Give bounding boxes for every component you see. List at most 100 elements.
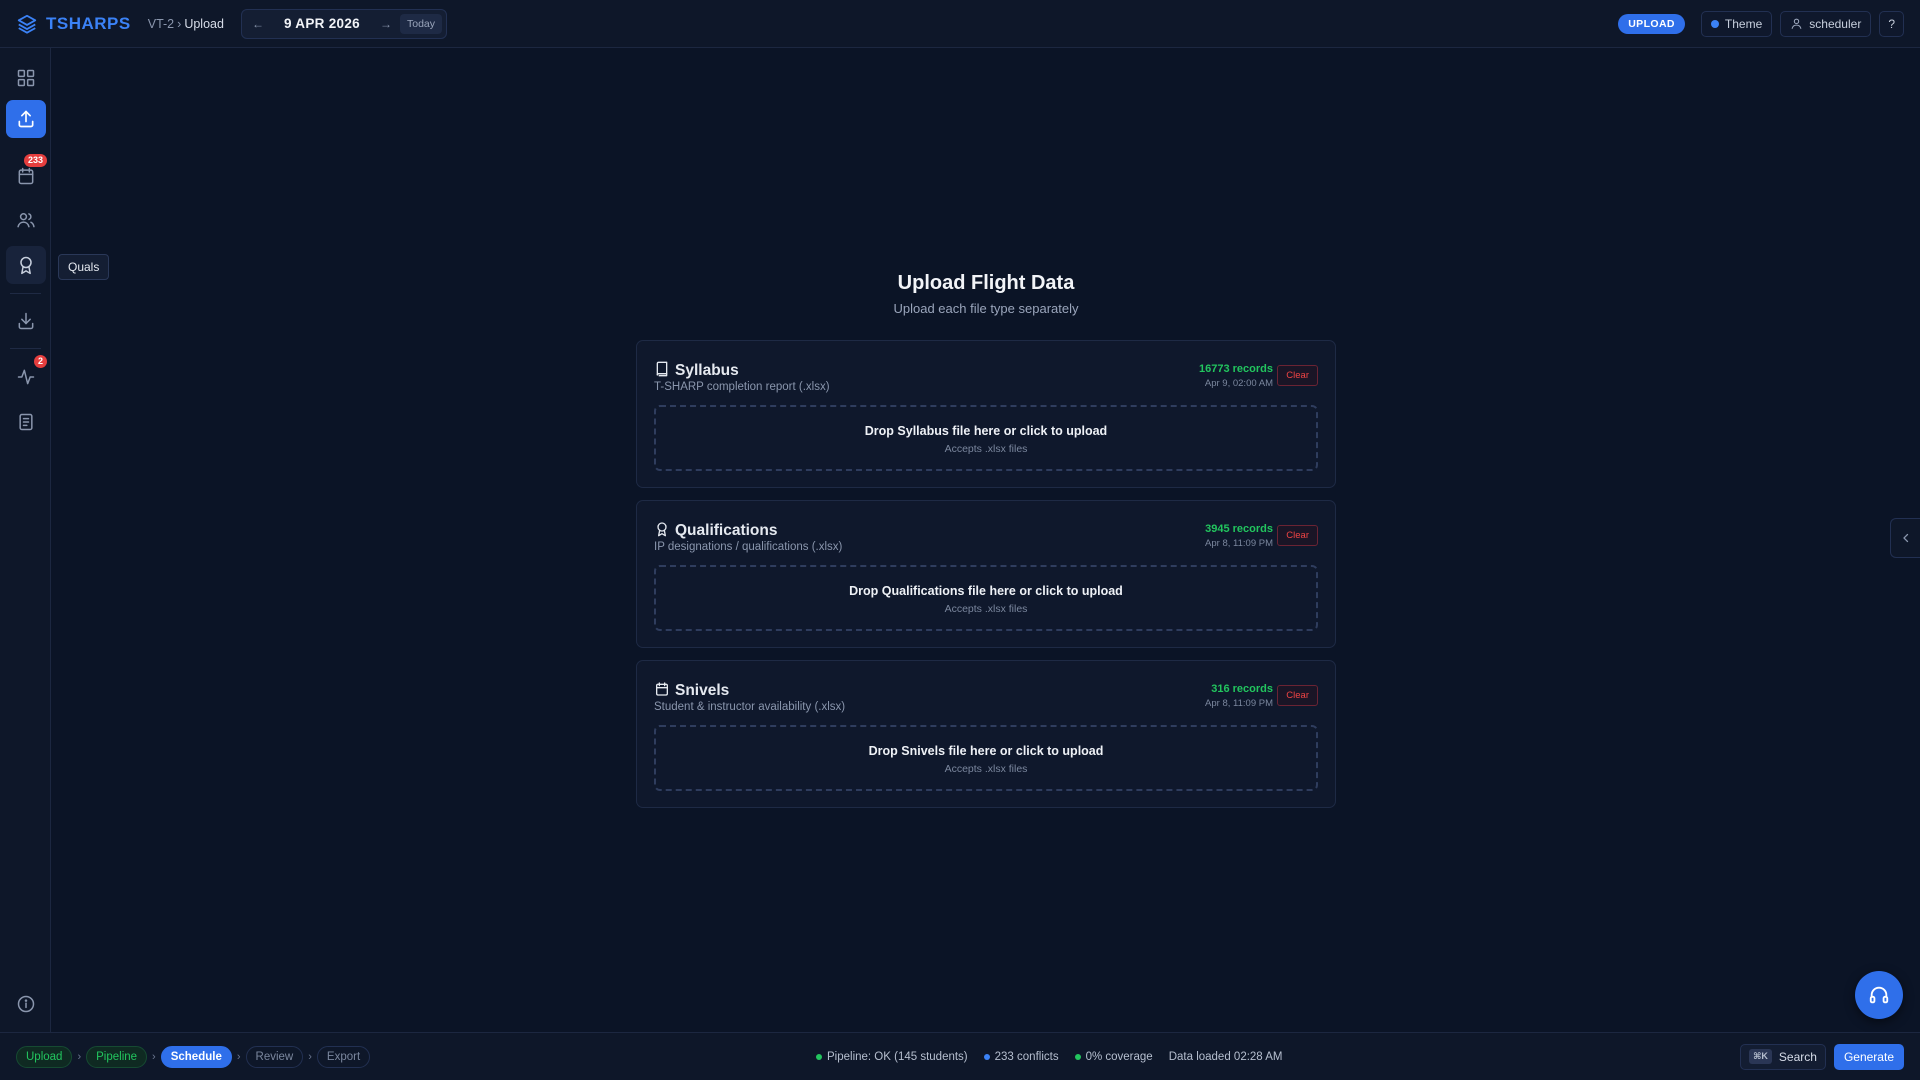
- grid-icon: [16, 68, 36, 88]
- upload-timestamp: Apr 8, 11:09 PM: [1205, 538, 1273, 549]
- card-title: Syllabus: [675, 362, 739, 379]
- step-export[interactable]: Export: [316, 1045, 371, 1068]
- breadcrumb-current: Upload: [184, 16, 224, 31]
- card-header: Qualifications: [654, 518, 778, 540]
- card-description: Student & instructor availability (.xlsx…: [654, 701, 846, 713]
- dropzone-label: Drop Syllabus file here or click to uplo…: [864, 424, 1108, 438]
- shortcut-hint: ⌘K: [1749, 1049, 1772, 1064]
- chevron-left-icon: [1900, 532, 1912, 544]
- user-icon: [1790, 17, 1803, 30]
- book-icon: [654, 360, 670, 378]
- theme-dot-icon: [1710, 19, 1719, 28]
- record-count: 3945 records: [1205, 523, 1273, 535]
- next-day-button[interactable]: →: [374, 17, 398, 31]
- user-button[interactable]: scheduler: [1780, 10, 1872, 37]
- current-date[interactable]: 9 APR 2026: [270, 16, 374, 31]
- step-schedule[interactable]: Schedule: [160, 1045, 232, 1068]
- activity-icon: [16, 367, 36, 387]
- card-description: T-SHARP completion report (.xlsx): [654, 381, 830, 393]
- data-loaded-text: Data loaded 02:28 AM: [1168, 1051, 1283, 1063]
- dropzone-syllabus[interactable]: Drop Syllabus file here or click to uplo…: [654, 405, 1318, 471]
- ok-dot-icon: [816, 1054, 822, 1060]
- sidebar-item-log[interactable]: [6, 403, 46, 441]
- upload-card-snivels: Snivels Student & instructor availabilit…: [636, 660, 1336, 808]
- support-button[interactable]: [1855, 971, 1903, 1019]
- user-label: scheduler: [1809, 16, 1862, 31]
- upload-timestamp: Apr 9, 02:00 AM: [1204, 378, 1273, 389]
- sidebar: 233 2: [0, 48, 51, 1032]
- card-title: Snivels: [675, 682, 730, 699]
- theme-button[interactable]: Theme: [1700, 10, 1773, 37]
- conflict-dot-icon: [983, 1054, 990, 1060]
- upload-card-qualifications: Qualifications IP designations / qualifi…: [636, 500, 1336, 648]
- generate-button[interactable]: Generate: [1833, 1043, 1904, 1070]
- sidebar-item-info[interactable]: [6, 985, 46, 1023]
- calendar-icon: [654, 680, 670, 698]
- app-name: TSHARPS: [46, 13, 131, 33]
- page-subtitle: Upload each file type separately: [893, 301, 1079, 316]
- top-bar: TSHARPS VT-2 › Upload ← 9 APR 2026 → Today…: [0, 0, 1920, 48]
- help-button[interactable]: ?: [1879, 10, 1904, 37]
- sidebar-item-people[interactable]: [6, 201, 46, 239]
- step-separator: ›: [236, 1050, 241, 1063]
- today-button[interactable]: Today: [399, 13, 443, 34]
- info-icon: [16, 994, 36, 1014]
- sidebar-divider: [10, 348, 41, 349]
- pipeline-status-text: Pipeline: OK (145 students): [827, 1051, 968, 1063]
- clear-button[interactable]: Clear: [1277, 685, 1318, 706]
- step-pipeline[interactable]: Pipeline: [86, 1045, 148, 1068]
- sidebar-item-upload[interactable]: [6, 100, 46, 138]
- upload-timestamp: Apr 8, 11:09 PM: [1205, 698, 1273, 709]
- dropzone-snivels[interactable]: Drop Snivels file here or click to uploa…: [654, 725, 1318, 791]
- mode-badge: UPLOAD: [1618, 13, 1685, 34]
- dropzone-qualifications[interactable]: Drop Qualifications file here or click t…: [654, 565, 1318, 631]
- activity-badge: 2: [33, 355, 47, 368]
- layers-icon: [16, 13, 38, 35]
- sidebar-item-schedule[interactable]: 233: [6, 154, 47, 195]
- breadcrumb-parent[interactable]: VT-2: [148, 17, 174, 31]
- clear-button[interactable]: Clear: [1277, 365, 1318, 386]
- record-count: 16773 records: [1199, 363, 1273, 375]
- search-button[interactable]: ⌘K Search: [1740, 1043, 1826, 1070]
- step-separator: ›: [152, 1050, 156, 1063]
- footer-actions: ⌘K Search Generate: [1740, 1043, 1904, 1070]
- upload-icon: [16, 109, 36, 129]
- bottom-bar: Upload › Pipeline › Schedule › Review › …: [0, 1032, 1920, 1080]
- users-icon: [16, 210, 36, 230]
- right-panel-toggle[interactable]: [1890, 518, 1920, 558]
- app-logo[interactable]: TSHARPS: [16, 13, 131, 35]
- upload-card-syllabus: Syllabus T-SHARP completion report (.xls…: [636, 340, 1336, 488]
- record-count: 316 records: [1211, 683, 1273, 695]
- step-review[interactable]: Review: [245, 1045, 304, 1068]
- schedule-badge: 233: [23, 154, 47, 167]
- sidebar-item-activity[interactable]: 2: [6, 355, 47, 396]
- coverage-text: 0% coverage: [1085, 1051, 1153, 1063]
- dropzone-hint: Accepts .xlsx files: [944, 603, 1028, 615]
- status-bar: Pipeline: OK (145 students) 233 conflict…: [816, 1033, 1299, 1080]
- data-loaded-status: Data loaded 02:28 AM: [1169, 1051, 1283, 1063]
- award-icon: [654, 520, 670, 538]
- step-upload[interactable]: Upload: [16, 1045, 73, 1068]
- clear-button[interactable]: Clear: [1277, 525, 1318, 546]
- headset-icon: [1868, 984, 1890, 1006]
- dropzone-label: Drop Snivels file here or click to uploa…: [868, 744, 1104, 758]
- step-separator: ›: [308, 1050, 312, 1063]
- dropzone-hint: Accepts .xlsx files: [944, 763, 1028, 775]
- sidebar-item-dashboard[interactable]: [6, 59, 46, 97]
- coverage-dot-icon: [1074, 1054, 1081, 1060]
- breadcrumb-separator: ›: [177, 16, 182, 31]
- workflow-steps: Upload › Pipeline › Schedule › Review › …: [16, 1045, 371, 1068]
- search-label: Search: [1778, 1049, 1817, 1064]
- header-actions: UPLOAD Theme scheduler ?: [1618, 10, 1904, 37]
- page-title: Upload Flight Data: [897, 272, 1075, 294]
- document-icon: [16, 412, 36, 432]
- pipeline-status: Pipeline: OK (145 students): [816, 1051, 968, 1063]
- dropzone-label: Drop Qualifications file here or click t…: [849, 584, 1123, 598]
- card-title: Qualifications: [675, 522, 778, 539]
- card-description: IP designations / qualifications (.xlsx): [654, 541, 843, 553]
- dropzone-hint: Accepts .xlsx files: [944, 443, 1028, 455]
- prev-day-button[interactable]: ←: [246, 17, 270, 31]
- conflicts-text: 233 conflicts: [994, 1051, 1059, 1063]
- card-meta: 316 records Apr 8, 11:09 PM: [1205, 683, 1273, 709]
- coverage-status: 0% coverage: [1074, 1051, 1153, 1063]
